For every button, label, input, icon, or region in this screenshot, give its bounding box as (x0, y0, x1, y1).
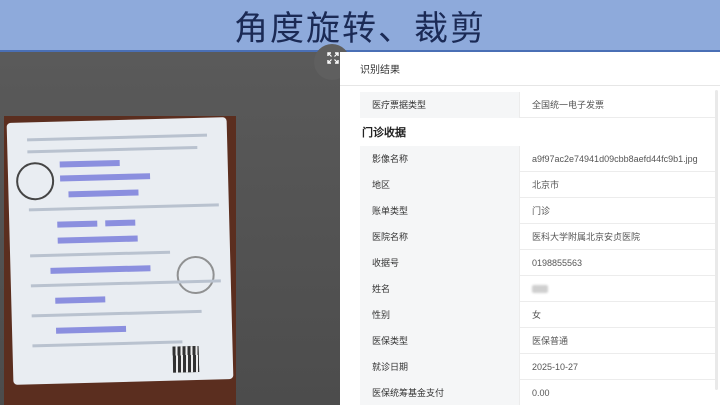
viewer-edge (334, 90, 337, 390)
receipt-text-block (59, 159, 120, 168)
field-value: 医保普通 (532, 336, 569, 346)
receipt-text-block (60, 173, 151, 182)
redacted-name (532, 284, 548, 293)
receipt-line (32, 340, 183, 348)
field-value: a9f97ac2e74941d09cbb8aefd44fc9b1.jpg (532, 153, 698, 164)
field-label: 就诊日期 (360, 353, 520, 380)
receipt-text-block (57, 220, 98, 228)
receipt-text-block (50, 265, 151, 274)
table-row: 收据号 0198855563 (360, 249, 718, 276)
expand-arrows-icon (327, 52, 339, 64)
field-value: 女 (532, 310, 542, 320)
receipt-line (27, 133, 208, 142)
panel-header: 识别结果 (340, 52, 720, 86)
receipt-text-block (55, 325, 127, 334)
banner-title: 角度旋转、裁剪 (234, 8, 486, 49)
field-label: 性别 (360, 301, 520, 328)
field-value: 0.00 (532, 387, 550, 398)
table-row: 医疗票据类型 全国统一电子发票 (360, 91, 718, 118)
receipt-stamp-left (15, 161, 55, 201)
field-label: 姓名 (360, 275, 520, 302)
panel-scrollbar[interactable] (715, 90, 718, 390)
receipt-paper (6, 117, 234, 385)
field-value: 全国统一电子发票 (532, 100, 605, 110)
field-label: 地区 (360, 171, 520, 198)
receipt-text-block (105, 219, 136, 227)
receipt-text-block (55, 296, 106, 304)
receipt-line (31, 309, 202, 318)
receipt-line (28, 203, 219, 212)
receipt-qr-code (172, 345, 200, 373)
field-label: 医院名称 (360, 223, 520, 250)
receipt-fields-table: 影像名称 a9f97ac2e74941d09cbb8aefd44fc9b1.jp… (360, 145, 718, 405)
receipt-photo (4, 116, 236, 405)
table-row: 性别 女 (360, 301, 718, 328)
field-value: 2025-10-27 (532, 361, 579, 372)
receipt-line (27, 145, 198, 154)
field-value: 医科大学附属北京安贞医院 (532, 232, 641, 242)
field-value: 0198855563 (532, 257, 583, 268)
image-viewer[interactable] (0, 52, 340, 405)
section-title: 门诊收据 (362, 127, 406, 139)
field-value: 门诊 (532, 206, 551, 216)
slide-banner: 角度旋转、裁剪 (0, 0, 720, 52)
field-label: 医疗票据类型 (360, 91, 520, 118)
receipt-stamp-right (176, 255, 216, 295)
receipt-text-block (57, 235, 138, 244)
field-value: 北京市 (532, 180, 560, 190)
table-row: 账单类型 门诊 (360, 197, 718, 224)
table-row: 医院名称 医科大学附属北京安贞医院 (360, 223, 718, 250)
recognition-result-panel: 识别结果 医疗票据类型 全国统一电子发票 门诊收据 影像名称 a9f97ac2e… (340, 52, 720, 405)
field-label: 影像名称 (360, 145, 520, 172)
table-row: 医保统筹基金支付 0.00 (360, 379, 718, 405)
field-label: 收据号 (360, 249, 520, 276)
table-row: 医保类型 医保普通 (360, 327, 718, 354)
receipt-text-block (68, 189, 139, 198)
field-label: 医保类型 (360, 327, 520, 354)
table-row: 影像名称 a9f97ac2e74941d09cbb8aefd44fc9b1.jp… (360, 145, 718, 172)
field-value (520, 276, 718, 302)
receipt-line (30, 250, 171, 258)
table-row: 地区 北京市 (360, 171, 718, 198)
field-label: 账单类型 (360, 197, 520, 224)
table-row: 就诊日期 2025-10-27 (360, 353, 718, 380)
table-row: 姓名 (360, 275, 718, 302)
bill-type-table: 医疗票据类型 全国统一电子发票 (360, 91, 718, 118)
field-label: 医保统筹基金支付 (360, 379, 520, 405)
